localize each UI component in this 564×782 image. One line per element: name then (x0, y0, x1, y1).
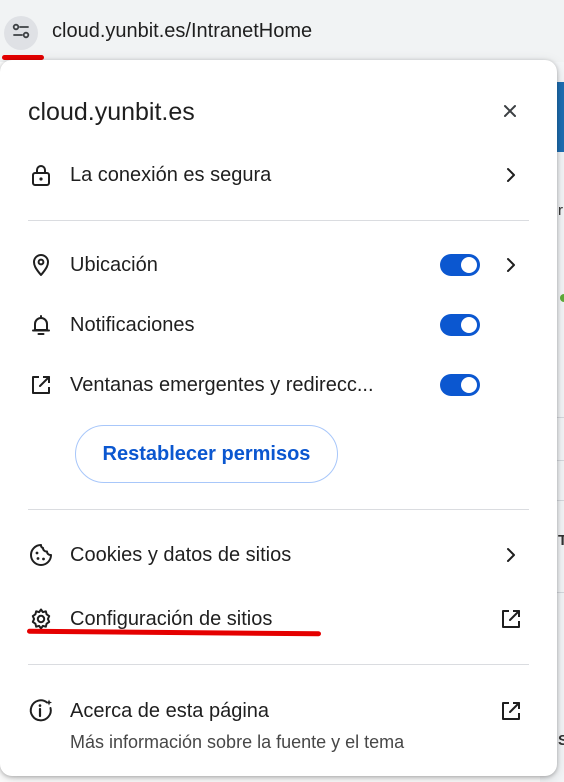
tune-icon (11, 21, 31, 46)
bell-icon (28, 312, 54, 338)
divider (28, 220, 529, 221)
chevron-right-icon[interactable] (500, 254, 522, 276)
location-pin-icon (28, 252, 54, 278)
background-text-fragment: T (558, 532, 564, 549)
reset-permissions-button[interactable]: Restablecer permisos (75, 425, 338, 483)
permission-label: Ventanas emergentes y redirecc... (70, 374, 374, 396)
chevron-right-icon (500, 164, 522, 186)
background-text-fragment: r (558, 202, 563, 219)
lock-icon (28, 162, 54, 188)
permission-label: Ubicación (70, 254, 158, 276)
background-text-fragment: S (558, 732, 564, 749)
site-info-button[interactable] (4, 16, 38, 50)
permission-row-location[interactable]: Ubicación (0, 242, 557, 288)
notifications-toggle[interactable] (440, 314, 480, 336)
site-info-popup: cloud.yunbit.es La conexión es segura Ub… (0, 60, 557, 776)
divider (28, 664, 529, 665)
open-in-new-icon (498, 698, 524, 724)
connection-security-row[interactable]: La conexión es segura (0, 152, 557, 198)
address-bar: cloud.yunbit.es/IntranetHome (0, 0, 564, 62)
about-page-row[interactable]: Acerca de esta página Más información so… (0, 688, 557, 762)
close-icon (502, 103, 518, 124)
chevron-right-icon (500, 544, 522, 566)
location-toggle[interactable] (440, 254, 480, 276)
cookie-icon (28, 542, 54, 568)
background-status-dot (560, 294, 564, 302)
cookies-row[interactable]: Cookies y datos de sitios (0, 532, 557, 578)
about-page-sublabel: Más información sobre la fuente y el tem… (70, 732, 405, 752)
url-text[interactable]: cloud.yunbit.es/IntranetHome (52, 20, 312, 43)
permission-row-popups[interactable]: Ventanas emergentes y redirecc... (0, 362, 557, 408)
divider (28, 509, 529, 510)
site-settings-label: Configuración de sitios (70, 608, 273, 630)
close-button[interactable] (493, 96, 527, 130)
permission-label: Notificaciones (70, 314, 195, 336)
page-info-icon (28, 698, 54, 724)
permission-row-notifications[interactable]: Notificaciones (0, 302, 557, 348)
cookies-label: Cookies y datos de sitios (70, 544, 292, 566)
popups-toggle[interactable] (440, 374, 480, 396)
popup-title: cloud.yunbit.es (28, 98, 195, 126)
open-in-new-icon (498, 606, 524, 632)
connection-security-label: La conexión es segura (70, 164, 272, 186)
open-in-new-icon (28, 372, 54, 398)
about-page-label: Acerca de esta página (70, 700, 270, 722)
